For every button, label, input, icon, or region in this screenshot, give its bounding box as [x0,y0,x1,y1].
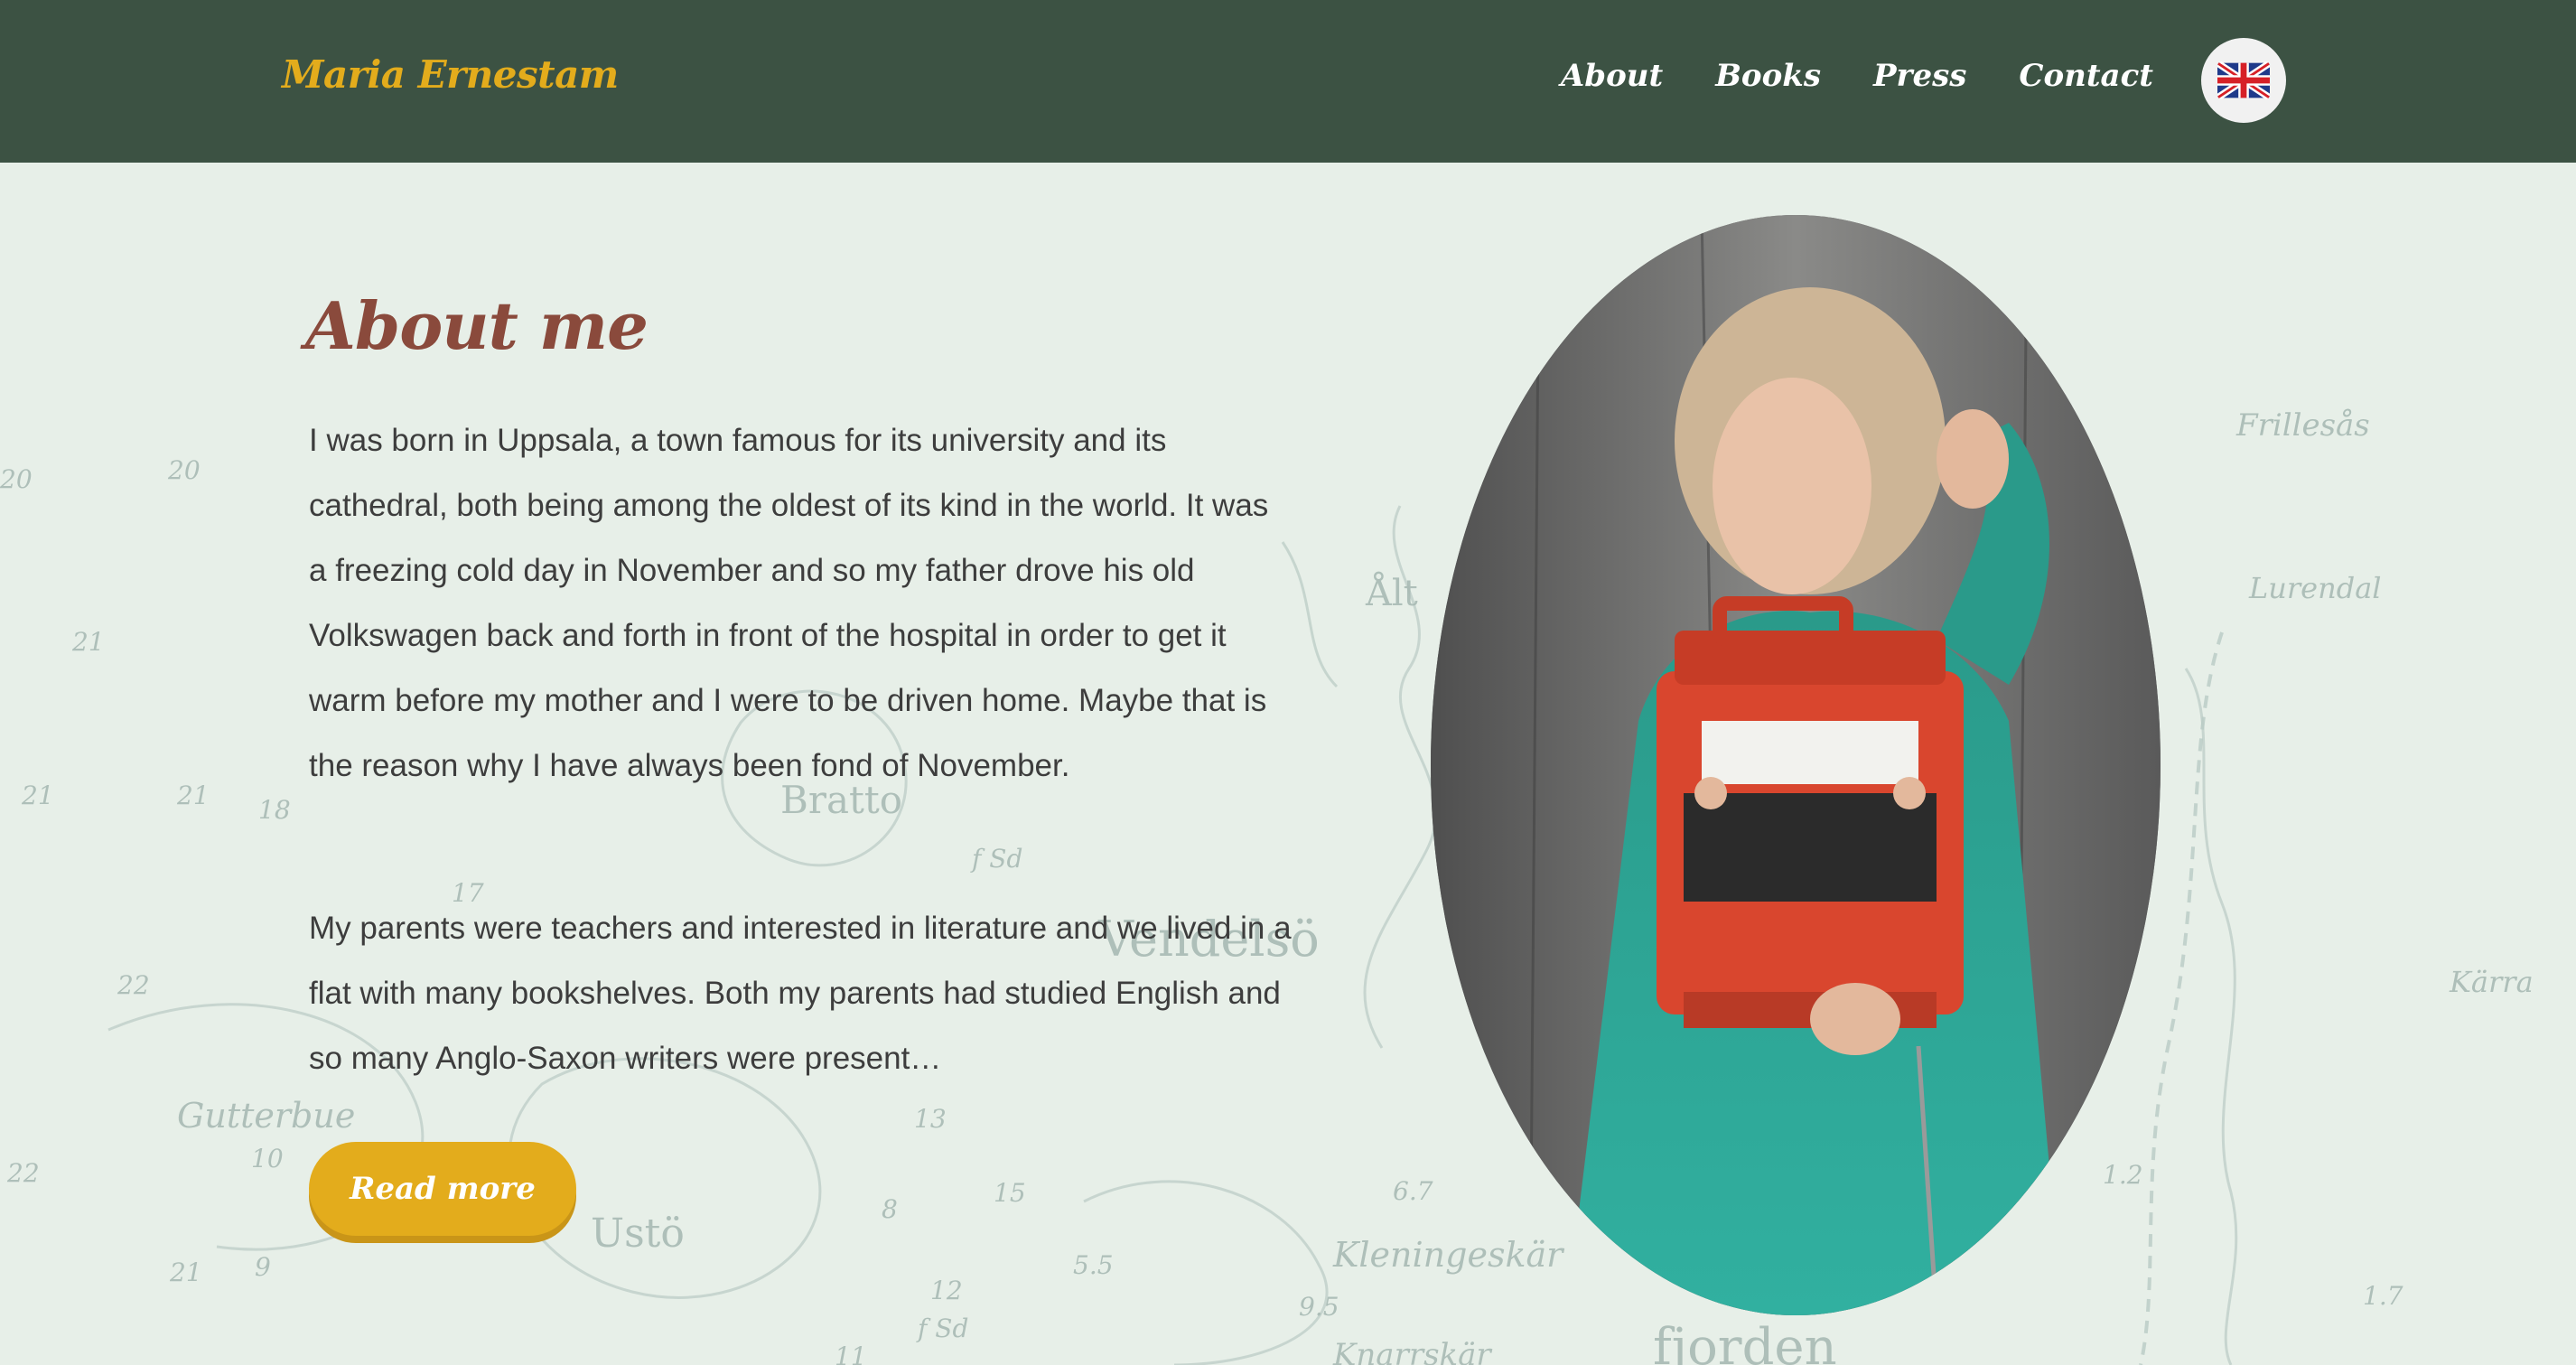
map-depth: 1.2 [2103,1160,2143,1190]
map-depth: 1.7 [2363,1281,2403,1311]
map-depth: 20 [0,464,33,494]
map-depth: 22 [6,1158,40,1188]
map-depth: 8 [882,1194,898,1224]
map-label: Kärra [2449,965,2534,999]
map-depth: 11 [835,1342,867,1365]
map-depth: f Sd [916,1314,968,1343]
map-label: Frillesås [2235,407,2370,444]
map-label: fjorden [1653,1318,1837,1365]
map-label: Knarrskär [1332,1337,1492,1365]
map-depth: 22 [117,970,150,1000]
author-portrait [1431,215,2161,1315]
map-label: Kleningeskär [1332,1235,1565,1275]
map-depth: 18 [258,795,291,825]
map-depth: 13 [914,1104,947,1134]
map-depth: 9 [255,1252,271,1282]
map-depth: 21 [169,1257,202,1287]
map-label: Lurendal [2248,571,2382,605]
nav-about[interactable]: About [1561,58,1663,94]
language-switch-button[interactable] [2201,38,2286,123]
map-depth: 15 [994,1178,1026,1208]
map-label: Ustö [591,1211,685,1257]
map-depth: 10 [251,1144,284,1173]
map-label: Ålt [1365,572,1418,614]
map-depth: f Sd [970,844,1022,874]
map-depth: 21 [176,781,210,810]
about-paragraph-1: I was born in Uppsala, a town famous for… [309,423,1269,783]
map-depth: 9.5 [1299,1292,1339,1322]
map-label: Gutterbue [177,1096,355,1136]
nav-contact[interactable]: Contact [2019,58,2153,94]
map-depth: 12 [930,1276,963,1305]
map-depth: 21 [21,781,54,810]
map-depth: 6.7 [1393,1176,1433,1206]
site-logo[interactable]: Maria Ernestam [282,52,619,97]
read-more-button[interactable]: Read more [309,1142,576,1236]
nav-press[interactable]: Press [1873,58,1966,94]
map-depth: 21 [71,627,105,657]
nav-books[interactable]: Books [1715,58,1821,94]
page-title: About me [305,287,649,364]
about-paragraph-2: My parents were teachers and interested … [309,911,1292,1076]
uk-flag-icon [2217,61,2270,99]
site-header: Maria Ernestam About Books Press Contact [0,0,2576,163]
map-depth: 20 [167,455,201,485]
map-depth: 5.5 [1073,1250,1114,1280]
main-nav: About Books Press Contact [1508,58,2153,94]
